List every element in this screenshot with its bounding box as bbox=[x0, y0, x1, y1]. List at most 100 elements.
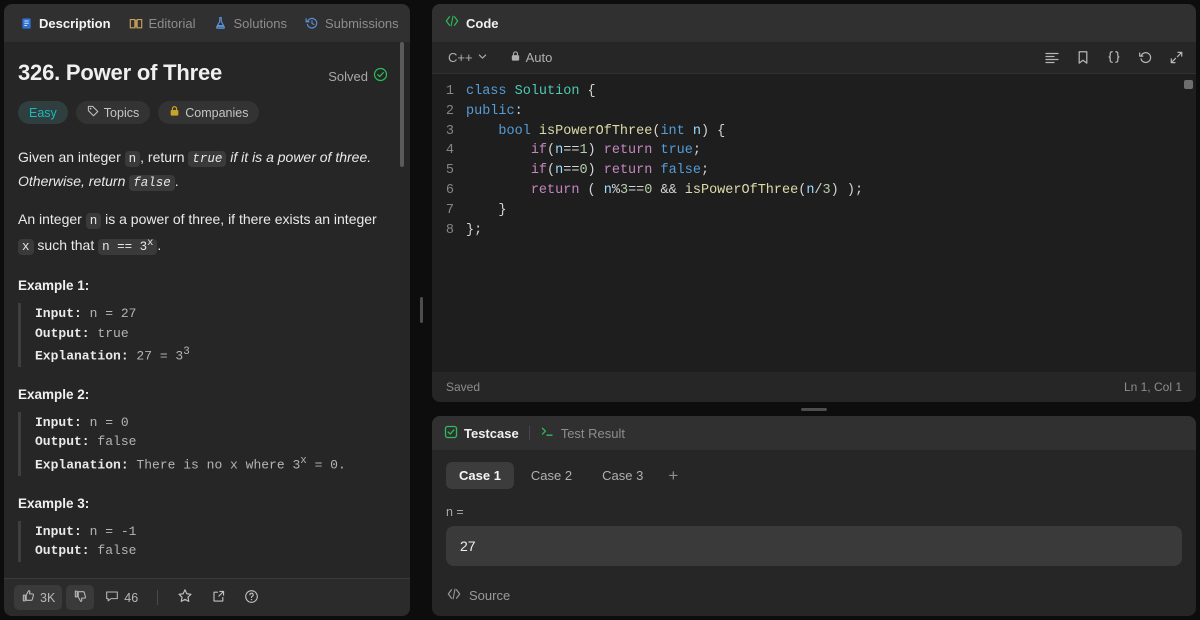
favorite-button[interactable] bbox=[170, 584, 200, 611]
code-line: 7 } bbox=[432, 201, 1196, 221]
comment-icon bbox=[105, 589, 119, 606]
horizontal-splitter-handle[interactable] bbox=[432, 402, 1196, 416]
case-tab-1[interactable]: Case 1 bbox=[446, 462, 514, 489]
code-line-content: } bbox=[466, 201, 506, 221]
format-lines-icon[interactable] bbox=[1044, 51, 1060, 65]
code-brackets-icon bbox=[444, 14, 460, 33]
plus-icon[interactable]: + bbox=[660, 467, 686, 484]
code-token: ) bbox=[587, 143, 604, 159]
testcase-input-label: n = bbox=[446, 505, 464, 519]
share-button[interactable] bbox=[204, 585, 233, 611]
inline-code-true: true bbox=[188, 151, 227, 167]
code-scrollbar-thumb[interactable] bbox=[1184, 80, 1193, 89]
code-token: isPowerOfThree bbox=[538, 123, 653, 139]
code-token: int bbox=[660, 123, 685, 139]
case-tab-list: Case 1 Case 2 Case 3 + bbox=[446, 462, 1182, 489]
companies-label: Companies bbox=[185, 105, 249, 120]
tab-solutions[interactable]: Solutions bbox=[206, 12, 293, 35]
editor-tool-icons bbox=[1044, 50, 1184, 65]
code-line: 2 public: bbox=[432, 102, 1196, 122]
input-label: Input: bbox=[35, 414, 82, 430]
help-icon bbox=[244, 589, 259, 607]
inline-code-n2: n bbox=[85, 213, 102, 229]
example-body: Input: n = -1 Output: false bbox=[18, 520, 388, 562]
code-token: ( bbox=[579, 182, 604, 198]
code-token: == bbox=[563, 163, 580, 179]
code-line: 3 bool isPowerOfThree(int n) { bbox=[432, 122, 1196, 142]
case-tab-3[interactable]: Case 3 bbox=[589, 462, 656, 489]
tab-divider bbox=[528, 426, 530, 440]
code-token: if bbox=[530, 143, 548, 159]
difficulty-badge[interactable]: Easy bbox=[18, 101, 68, 124]
explanation-label: Explanation: bbox=[35, 457, 129, 473]
input-label: Input: bbox=[35, 306, 82, 322]
case-tab-2[interactable]: Case 2 bbox=[518, 462, 585, 489]
tab-testcase[interactable]: Testcase bbox=[444, 425, 519, 442]
document-icon bbox=[19, 16, 33, 30]
code-token: ( bbox=[547, 163, 556, 179]
code-token: 1 bbox=[579, 143, 588, 159]
code-token: == bbox=[563, 143, 580, 159]
tab-test-result[interactable]: Test Result bbox=[540, 425, 625, 442]
statement-text: An integer bbox=[18, 211, 86, 227]
tab-label: Editorial bbox=[148, 15, 196, 31]
scrollbar-thumb[interactable] bbox=[400, 42, 404, 167]
code-status-bar: Saved Ln 1, Col 1 bbox=[432, 372, 1196, 402]
explanation-tail: = 0. bbox=[306, 457, 346, 473]
code-panel-header: Code bbox=[432, 4, 1196, 42]
cursor-position: Ln 1, Col 1 bbox=[1123, 380, 1182, 394]
source-button[interactable]: Source bbox=[446, 587, 1182, 616]
topics-label: Topics bbox=[103, 105, 140, 120]
auto-save-toggle[interactable]: Auto bbox=[506, 48, 557, 67]
tag-icon bbox=[87, 105, 99, 120]
code-token: return bbox=[603, 143, 653, 159]
bookmark-icon[interactable] bbox=[1076, 50, 1090, 65]
example-1: Example 1: Input: n = 27 Output: true Ex… bbox=[18, 278, 388, 367]
companies-button[interactable]: Companies bbox=[158, 101, 260, 124]
tab-label: Testcase bbox=[464, 425, 519, 441]
example-input-line: Input: n = 27 bbox=[35, 304, 388, 324]
chevron-down-icon bbox=[477, 50, 488, 65]
tab-submissions[interactable]: Submissions bbox=[298, 12, 406, 35]
code-token: class bbox=[466, 84, 507, 99]
inline-code-n: n bbox=[124, 151, 141, 167]
tab-description[interactable]: Description bbox=[12, 12, 118, 35]
problem-tab-bar: Description Editorial Solutions Submissi… bbox=[4, 4, 410, 42]
case-label: Case 1 bbox=[459, 468, 501, 483]
source-label: Source bbox=[469, 588, 511, 603]
vertical-splitter-handle[interactable] bbox=[418, 4, 424, 616]
check-circle-icon bbox=[373, 67, 388, 85]
code-line-content: if(n==0) return false; bbox=[466, 161, 709, 181]
topics-button[interactable]: Topics bbox=[75, 101, 151, 124]
code-line-content: public: bbox=[466, 102, 523, 122]
tab-editorial[interactable]: Editorial bbox=[122, 12, 203, 35]
help-button[interactable] bbox=[237, 585, 266, 611]
code-line-content: return ( n%3==0 && isPowerOfThree(n/3) )… bbox=[466, 181, 863, 201]
example-explanation-line: Explanation: 27 = 33 bbox=[35, 343, 388, 366]
description-scrollbar[interactable] bbox=[400, 42, 406, 578]
reset-undo-icon[interactable] bbox=[1138, 50, 1153, 65]
code-token: return bbox=[530, 182, 580, 198]
problem-statement: Given an integer n, return true if it is… bbox=[18, 146, 388, 258]
testcase-input-field[interactable]: 27 bbox=[446, 526, 1182, 566]
downvote-button[interactable] bbox=[66, 585, 95, 610]
curly-braces-icon[interactable] bbox=[1106, 50, 1122, 65]
comments-button[interactable]: 46 bbox=[98, 585, 145, 610]
tab-label: Test Result bbox=[560, 425, 625, 441]
action-divider bbox=[157, 590, 159, 605]
example-title: Example 1: bbox=[18, 278, 90, 294]
upvote-button[interactable]: 3K bbox=[14, 585, 63, 610]
output-value: false bbox=[89, 434, 137, 450]
line-number: 1 bbox=[445, 84, 454, 99]
expand-icon[interactable] bbox=[1169, 50, 1184, 65]
page-title: 326. Power of Three bbox=[18, 60, 223, 85]
upvote-count: 3K bbox=[40, 590, 56, 605]
code-token: }; bbox=[466, 222, 483, 238]
language-selector[interactable]: C++ bbox=[444, 48, 492, 67]
example-input-line: Input: n = 0 bbox=[35, 413, 388, 433]
code-editor-area[interactable]: 1 class Solution {2 public: 3 bool isPowerO… bbox=[432, 74, 1196, 372]
code-token: public bbox=[466, 103, 515, 119]
